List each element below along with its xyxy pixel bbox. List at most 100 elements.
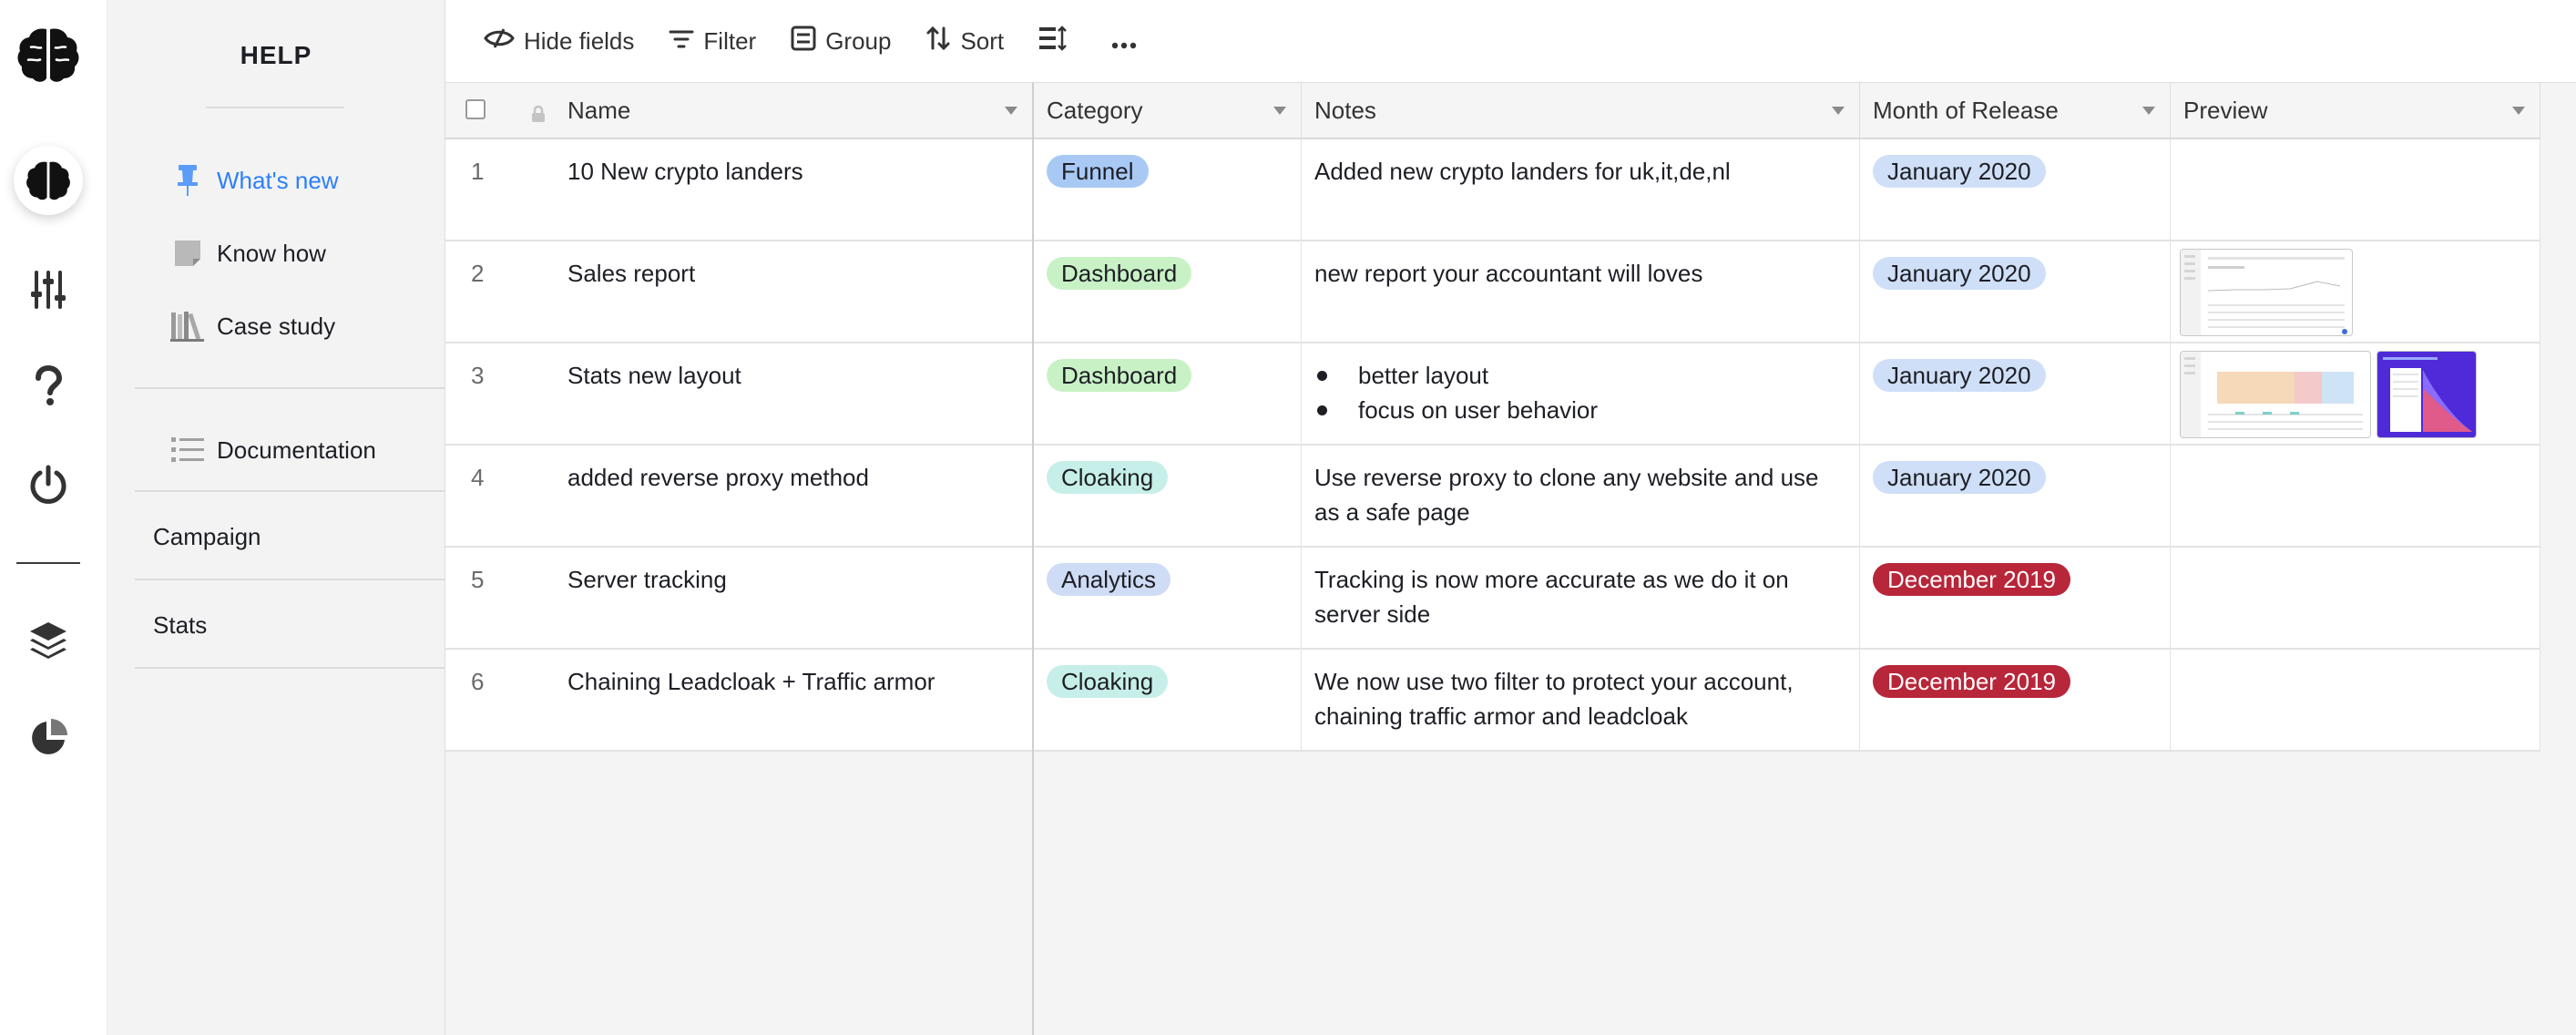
select-all-checkbox[interactable]: [465, 99, 486, 119]
chevron-down-icon[interactable]: [1273, 107, 1286, 115]
notes-bullet: better layout: [1317, 358, 1846, 393]
cell-category[interactable]: Dashboard: [1034, 241, 1302, 342]
cell-notes[interactable]: Tracking is now more accurate as we do i…: [1302, 548, 1860, 648]
cell-month[interactable]: January 2020: [1860, 241, 2171, 342]
sort-button[interactable]: Sort: [915, 17, 1015, 65]
table-row[interactable]: 1 10 New crypto landers Funnel Added new…: [445, 139, 2540, 241]
cell-preview[interactable]: [2171, 446, 2540, 546]
month-tag: January 2020: [1873, 359, 2046, 392]
cell-category[interactable]: Analytics: [1034, 548, 1302, 648]
table-row[interactable]: 2 Sales report Dashboard new report your…: [445, 241, 2540, 343]
list-icon: [169, 432, 206, 468]
column-header-label: Notes: [1314, 96, 1376, 124]
table-row[interactable]: 4 added reverse proxy method Cloaking Us…: [445, 446, 2540, 548]
help-section-label: Stats: [153, 610, 208, 639]
cell-notes[interactable]: We now use two filter to protect your ac…: [1302, 650, 1860, 750]
table-row[interactable]: 3 Stats new layout Dashboard better layo…: [445, 343, 2540, 446]
cell-category[interactable]: Cloaking: [1034, 650, 1302, 750]
sliders-icon[interactable]: [14, 255, 83, 324]
cell-month[interactable]: December 2019: [1860, 548, 2171, 648]
table-row[interactable]: 6 Chaining Leadcloak + Traffic armor Clo…: [445, 650, 2540, 752]
chevron-down-icon[interactable]: [2142, 107, 2155, 115]
column-header-notes[interactable]: Notes: [1302, 83, 1860, 139]
column-header-label: Preview: [2183, 96, 2268, 124]
cell-preview[interactable]: [2171, 241, 2540, 342]
row-height-button[interactable]: [1027, 17, 1088, 65]
row-number: 6: [471, 668, 485, 695]
cell-name[interactable]: added reverse proxy method: [555, 446, 1034, 546]
group-button[interactable]: Group: [780, 17, 902, 65]
cell-notes[interactable]: Use reverse proxy to clone any website a…: [1302, 446, 1860, 546]
filter-icon: [669, 27, 703, 56]
cell-preview[interactable]: [2171, 343, 2540, 444]
main-area: Hide fields Filter Group Sort Name Categ…: [445, 0, 2576, 1035]
help-item-know-how[interactable]: Know how: [169, 232, 326, 274]
cell-category[interactable]: Dashboard: [1034, 343, 1302, 444]
cell-month[interactable]: January 2020: [1860, 343, 2171, 444]
lock-icon: [531, 101, 546, 129]
cell-name[interactable]: Chaining Leadcloak + Traffic armor: [555, 650, 1034, 750]
filter-button[interactable]: Filter: [658, 17, 767, 65]
eye-slash-icon: [484, 27, 524, 56]
frozen-column-divider[interactable]: [1032, 83, 1034, 1035]
preview-thumbnail[interactable]: [2180, 351, 2371, 438]
hide-fields-button[interactable]: Hide fields: [473, 17, 645, 65]
layers-icon[interactable]: [14, 605, 83, 674]
column-header-label: Month of Release: [1873, 96, 2059, 124]
question-icon[interactable]: [14, 352, 83, 421]
cell-preview[interactable]: [2171, 548, 2540, 648]
cell-month[interactable]: January 2020: [1860, 446, 2171, 546]
column-header-preview[interactable]: Preview: [2171, 83, 2540, 139]
cell-notes[interactable]: new report your accountant will loves: [1302, 241, 1860, 342]
cell-preview[interactable]: [2171, 139, 2540, 240]
more-options-button[interactable]: [1100, 17, 1157, 65]
month-tag: January 2020: [1873, 155, 2046, 188]
column-header-category[interactable]: Category: [1034, 83, 1302, 139]
cell-category[interactable]: Funnel: [1034, 139, 1302, 240]
hide-fields-label: Hide fields: [524, 26, 635, 55]
column-header-label: Category: [1047, 96, 1143, 124]
chevron-down-icon[interactable]: [1005, 107, 1017, 115]
cell-month[interactable]: January 2020: [1860, 139, 2171, 240]
cell-name[interactable]: Stats new layout: [555, 343, 1034, 444]
group-icon: [791, 26, 825, 57]
cell-notes[interactable]: better layout focus on user behavior: [1302, 343, 1860, 444]
category-tag: Dashboard: [1047, 257, 1192, 290]
column-header-name[interactable]: Name: [445, 83, 1032, 139]
help-item-case-study[interactable]: Case study: [169, 305, 335, 347]
power-icon[interactable]: [14, 450, 83, 519]
preview-thumbnail[interactable]: [2377, 351, 2477, 438]
help-divider: [206, 107, 344, 108]
more-horizontal-icon: [1111, 27, 1146, 56]
month-tag: December 2019: [1873, 563, 2070, 596]
cell-name[interactable]: Sales report: [555, 241, 1034, 342]
cell-category[interactable]: Cloaking: [1034, 446, 1302, 546]
cell-name[interactable]: 10 New crypto landers: [555, 139, 1034, 240]
help-item-whats-new[interactable]: What's new: [169, 159, 339, 201]
cell-notes[interactable]: Added new crypto landers for uk,it,de,nl: [1302, 139, 1860, 240]
cell-month[interactable]: December 2019: [1860, 650, 2171, 750]
help-item-documentation[interactable]: Documentation: [169, 429, 376, 471]
table-row[interactable]: 5 Server tracking Analytics Tracking is …: [445, 548, 2540, 650]
notes-bullet-list: better layout focus on user behavior: [1314, 358, 1846, 427]
row-number: 1: [471, 158, 485, 185]
month-tag: January 2020: [1873, 257, 2046, 290]
pie-chart-icon[interactable]: [14, 703, 83, 773]
notes-bullet: focus on user behavior: [1317, 393, 1846, 427]
sort-label: Sort: [960, 26, 1005, 55]
sort-icon: [925, 26, 960, 57]
brain-nav-icon[interactable]: [14, 146, 83, 215]
column-header-month-of-release[interactable]: Month of Release: [1860, 83, 2171, 139]
books-icon: [169, 308, 206, 344]
rail-divider: [16, 562, 80, 564]
category-tag: Funnel: [1047, 155, 1149, 188]
chevron-down-icon[interactable]: [1832, 107, 1845, 115]
chevron-down-icon[interactable]: [2512, 107, 2525, 115]
column-header-label: Name: [567, 97, 631, 124]
cell-name[interactable]: Server tracking: [555, 548, 1034, 648]
category-tag: Cloaking: [1047, 461, 1169, 494]
preview-thumbnail[interactable]: [2180, 249, 2353, 336]
cell-preview[interactable]: [2171, 650, 2540, 750]
brain-logo-icon[interactable]: [14, 20, 83, 89]
month-tag: December 2019: [1873, 665, 2070, 698]
